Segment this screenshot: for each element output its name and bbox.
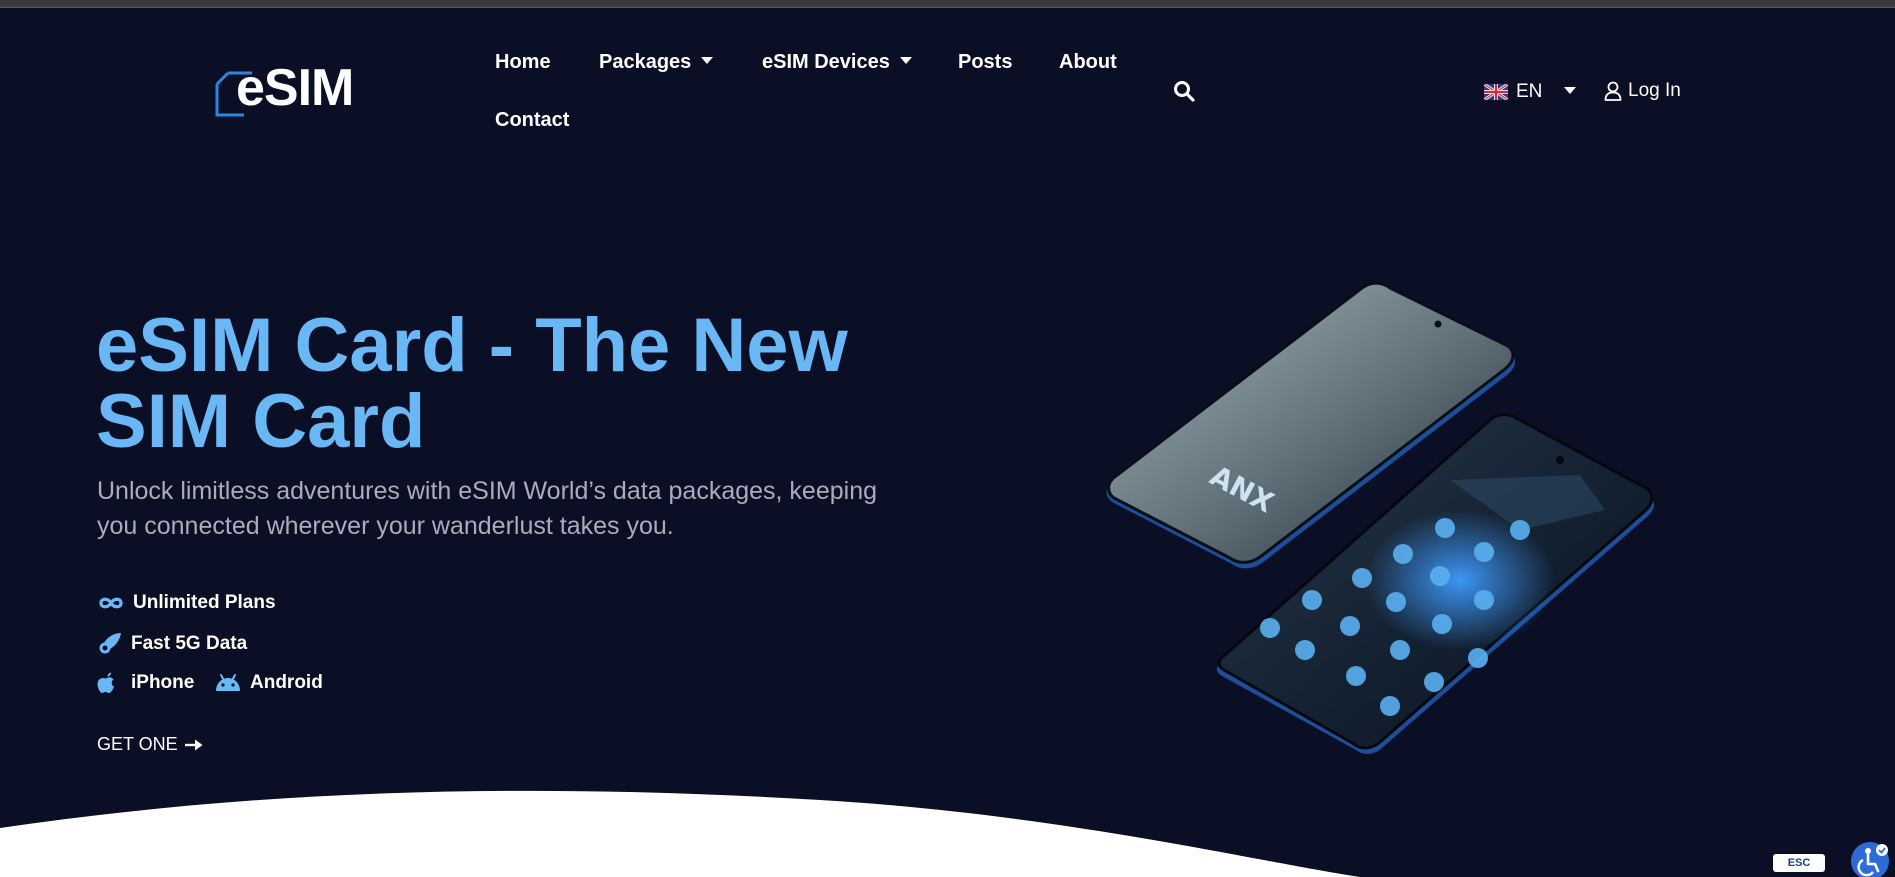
wave-divider [0,790,1360,877]
login-label: Log In [1628,80,1681,101]
hero-subtitle-line1: Unlock limitless adventures with eSIM Wo… [97,477,878,505]
nav-esim-devices[interactable]: eSIM Devices [762,50,912,74]
feature-fast-5g: Fast 5G Data [97,632,247,656]
chevron-down-icon [701,57,714,65]
nav-contact[interactable]: Contact [495,108,569,132]
feature-label: Fast 5G Data [131,633,248,654]
hero-subtitle-line2: you connected wherever your wanderlust t… [97,512,674,540]
feature-label: Android [250,672,323,693]
hero-subtitle: Unlock limitless adventures with eSIM Wo… [97,474,977,544]
feature-iphone: iPhone [97,672,194,694]
accessibility-icon [1857,844,1888,877]
language-selector[interactable]: EN [1484,80,1577,104]
accessibility-button[interactable] [1851,842,1889,877]
uk-flag-icon [1484,84,1508,100]
nav-home[interactable]: Home [495,50,551,74]
logo-text: eSIM [236,59,354,117]
site-logo[interactable]: eSIM [214,59,374,117]
infinity-icon [99,597,123,609]
nav-about[interactable]: About [1059,50,1117,74]
hero-title-line2: SIM Card [96,379,426,464]
login-link[interactable]: Log In [1604,79,1681,103]
search-button[interactable] [1173,80,1197,104]
nav-packages-label: Packages [599,51,692,73]
user-icon [1604,81,1622,101]
hero-title-line1: eSIM Card - The New [96,303,848,388]
rocket-icon [99,633,121,654]
nav-about-label: About [1059,51,1117,73]
nav-contact-label: Contact [495,109,570,131]
apple-icon [97,672,114,693]
search-icon [1174,81,1195,102]
feature-label: iPhone [131,672,195,693]
android-icon [216,674,240,691]
nav-posts-label: Posts [958,51,1013,73]
arrow-right-icon [184,739,203,750]
nav-home-label: Home [495,51,551,73]
chevron-down-icon [1564,86,1577,94]
feature-unlimited-plans: Unlimited Plans [97,592,276,614]
language-code: EN [1516,81,1543,102]
esc-badge[interactable]: ESC [1773,854,1825,872]
phones-illustration: ANX [1106,281,1654,754]
browser-top-edge [0,0,1895,8]
get-one-label: GET ONE [97,734,178,754]
chevron-down-icon [899,57,912,65]
nav-packages[interactable]: Packages [599,50,714,74]
feature-android: Android [214,672,323,694]
nav-esim-devices-label: eSIM Devices [762,51,890,73]
get-one-button[interactable]: GET ONE [97,734,204,755]
feature-label: Unlimited Plans [133,592,276,613]
nav-posts[interactable]: Posts [958,50,1012,74]
hero-title: eSIM Card - The New SIM Card [96,308,956,460]
